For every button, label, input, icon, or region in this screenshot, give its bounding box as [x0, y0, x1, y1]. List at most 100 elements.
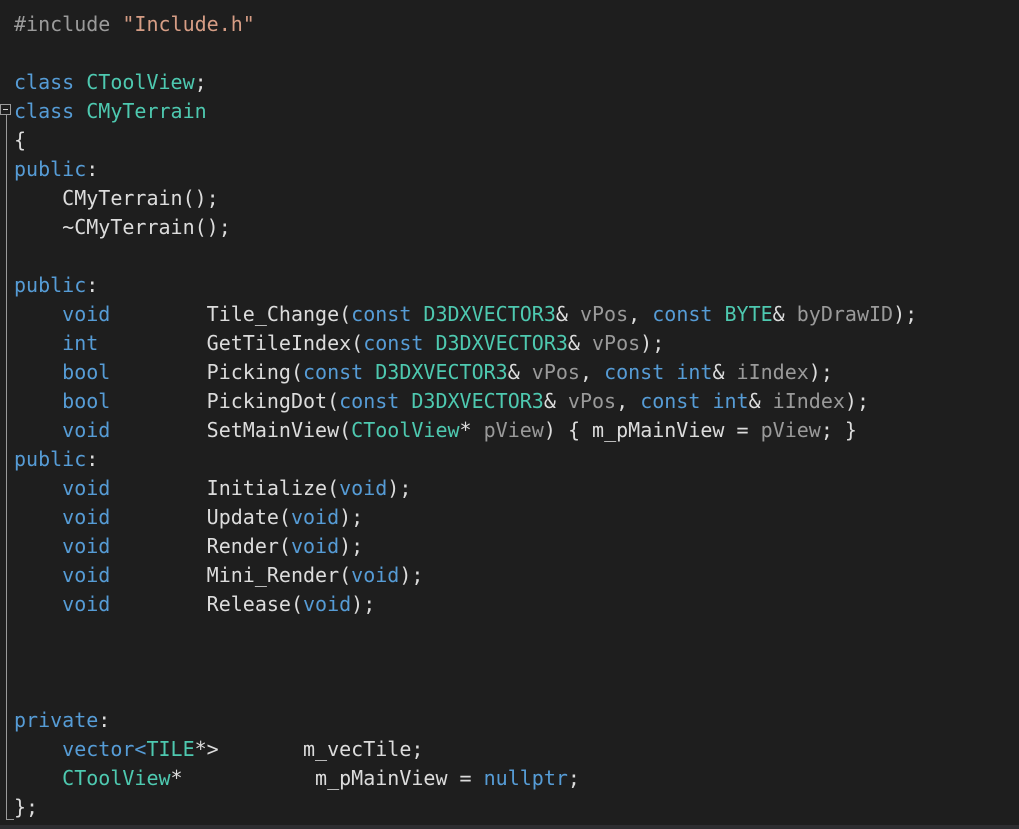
code-line[interactable]: CMyTerrain(); — [14, 184, 917, 213]
code-token: Release( — [110, 592, 303, 616]
code-line[interactable]: int GetTileIndex(const D3DXVECTOR3& vPos… — [14, 329, 917, 358]
code-token: CToolView — [62, 766, 171, 790]
code-line[interactable]: ​ — [14, 39, 917, 68]
code-token: const — [363, 331, 436, 355]
editor-bottom-edge — [0, 825, 1019, 829]
code-token: ); — [893, 302, 918, 326]
code-token: ; — [194, 70, 207, 94]
code-line[interactable]: private: — [14, 706, 917, 735]
code-token: * — [459, 418, 484, 442]
code-line[interactable]: public: — [14, 445, 917, 474]
code-token: Render( — [110, 534, 291, 558]
code-token: , — [579, 360, 605, 384]
code-line[interactable]: { — [14, 126, 917, 155]
code-token: ); — [808, 360, 833, 384]
code-line[interactable]: void Release(void); — [14, 590, 917, 619]
code-token: CMyTerrain — [86, 99, 207, 123]
code-line[interactable]: void Tile_Change(const D3DXVECTOR3& vPos… — [14, 300, 917, 329]
code-token: & — [748, 389, 773, 413]
code-token: Update( — [110, 505, 291, 529]
code-line[interactable]: public: — [14, 155, 917, 184]
code-line[interactable]: void Initialize(void); — [14, 474, 917, 503]
code-token: D3DXVECTOR3 — [411, 389, 544, 413]
code-token: ~CMyTerrain(); — [14, 215, 231, 239]
code-token: public — [14, 273, 87, 297]
code-token: ); — [399, 563, 424, 587]
fold-guide-line — [6, 114, 7, 820]
code-token: CMyTerrain(); — [14, 186, 219, 210]
code-token: ); — [339, 505, 364, 529]
code-token: & — [555, 302, 580, 326]
code-line[interactable]: ​ — [14, 619, 917, 648]
code-line[interactable]: #include "Include.h" — [14, 10, 917, 39]
code-token: CToolView — [351, 418, 460, 442]
code-token: const — [604, 360, 677, 384]
code-token: Picking( — [110, 360, 303, 384]
code-token: void — [339, 476, 388, 500]
code-line[interactable]: ​ — [14, 242, 917, 271]
code-token: : — [86, 273, 99, 297]
code-token: class — [14, 99, 87, 123]
code-line[interactable]: ​ — [14, 648, 917, 677]
code-token: iIndex — [736, 360, 809, 384]
code-token: void — [62, 418, 111, 442]
code-line[interactable]: void SetMainView(CToolView* pView) { m_p… — [14, 416, 917, 445]
code-token: * m_pMainView = — [170, 766, 484, 790]
code-token: }; — [14, 795, 39, 819]
code-line[interactable]: bool PickingDot(const D3DXVECTOR3& vPos,… — [14, 387, 917, 416]
code-token: & — [567, 331, 592, 355]
code-line[interactable]: class CMyTerrain — [14, 97, 917, 126]
code-token: Initialize( — [110, 476, 340, 500]
code-line[interactable]: ~CMyTerrain(); — [14, 213, 917, 242]
code-token: & — [712, 360, 737, 384]
code-token: ); — [640, 331, 665, 355]
code-token: void — [62, 476, 111, 500]
code-line[interactable]: class CToolView; — [14, 68, 917, 97]
code-token: void — [62, 592, 111, 616]
code-token: D3DXVECTOR3 — [435, 331, 568, 355]
code-token: TILE — [146, 737, 195, 761]
code-token: nullptr — [483, 766, 568, 790]
code-token: ; — [567, 766, 580, 790]
code-line[interactable]: void Render(void); — [14, 532, 917, 561]
code-line[interactable]: void Mini_Render(void); — [14, 561, 917, 590]
code-token: #include — [14, 12, 123, 36]
code-token: vector< — [14, 737, 147, 761]
code-token: & — [507, 360, 532, 384]
code-token: const — [303, 360, 376, 384]
code-line[interactable]: public: — [14, 271, 917, 300]
code-line[interactable]: void Update(void); — [14, 503, 917, 532]
code-token: public — [14, 447, 87, 471]
code-token: bool — [62, 389, 111, 413]
code-token: : — [86, 447, 99, 471]
code-token: const — [640, 389, 713, 413]
code-token: void — [303, 592, 352, 616]
code-token: vPos — [579, 302, 629, 326]
code-line[interactable]: ​ — [14, 677, 917, 706]
collapse-minus-icon[interactable] — [0, 104, 11, 115]
code-line[interactable]: CToolView* m_pMainView = nullptr; — [14, 764, 917, 793]
code-line[interactable]: vector<TILE*> m_vecTile; — [14, 735, 917, 764]
code-token: bool — [62, 360, 111, 384]
code-line[interactable]: }; — [14, 793, 917, 822]
code-token: & — [772, 302, 797, 326]
code-token: *> m_vecTile; — [194, 737, 424, 761]
code-token: public — [14, 157, 87, 181]
code-editor[interactable]: #include "Include.h"​class CToolView;cla… — [0, 0, 1019, 829]
code-token: iIndex — [772, 389, 845, 413]
code-token: D3DXVECTOR3 — [423, 302, 556, 326]
code-token: , — [628, 302, 653, 326]
code-token: class — [14, 70, 87, 94]
code-text-area[interactable]: #include "Include.h"​class CToolView;cla… — [14, 10, 917, 822]
code-token: ) { m_pMainView = — [543, 418, 761, 442]
code-line[interactable]: bool Picking(const D3DXVECTOR3& vPos, co… — [14, 358, 917, 387]
